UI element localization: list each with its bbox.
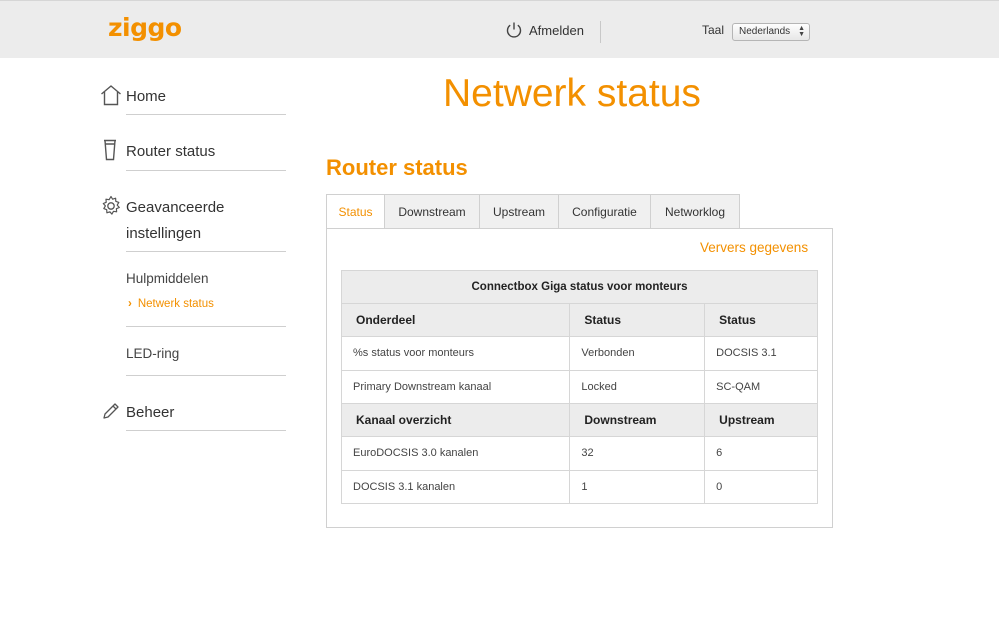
sidebar-item-router-status[interactable]: Router status — [100, 139, 215, 165]
home-icon — [101, 85, 121, 106]
table-row: EuroDOCSIS 3.0 kanalen 32 6 — [340, 436, 818, 471]
sidebar-subitem-led-ring[interactable]: LED-ring — [126, 346, 179, 361]
tab-networklog[interactable]: Networklog — [651, 194, 740, 229]
pencil-icon — [103, 403, 119, 419]
language-label: Taal — [702, 23, 725, 37]
sidebar-label-line1: Geavanceerde — [126, 199, 225, 216]
table-cell: %s status voor monteurs — [340, 336, 571, 371]
table-cell: 1 — [569, 469, 706, 504]
table-header-cell: Downstream — [569, 403, 706, 437]
sidebar-label-line2: instellingen — [126, 225, 202, 242]
tab-upstream[interactable]: Upstream — [480, 194, 559, 229]
tab-downstream[interactable]: Downstream — [385, 194, 480, 229]
page-title: Netwerk status — [443, 72, 701, 115]
logout-label: Afmelden — [529, 22, 584, 38]
gear-icon — [102, 195, 120, 215]
language-select-value: Nederlands — [739, 26, 791, 37]
table-header-cell: Status — [569, 303, 706, 337]
sidebar-divider — [126, 430, 286, 431]
table-header-cell: Onderdeel — [340, 303, 571, 337]
status-table: Connectbox Giga status voor monteurs Ond… — [340, 270, 818, 504]
sidebar-item-label: Router status — [126, 143, 216, 160]
table-row: Primary Downstream kanaal Locked SC-QAM — [340, 369, 818, 404]
language-select[interactable]: Nederlands ▲ ▼ — [732, 23, 810, 41]
tab-status[interactable]: Status — [326, 194, 385, 229]
table-cell: EuroDOCSIS 3.0 kanalen — [340, 436, 571, 471]
tab-configuratie[interactable]: Configuratie — [559, 194, 651, 229]
sidebar-divider — [126, 170, 286, 171]
sidebar-subitem-label: Netwerk status — [137, 298, 214, 310]
table-cell: 6 — [704, 436, 818, 471]
sidebar-item-home[interactable]: Home — [100, 84, 166, 110]
sidebar-divider — [126, 251, 286, 252]
top-header: ziggo Afmelden Taal Nederlands ▲ ▼ — [0, 0, 999, 58]
sidebar-divider — [126, 114, 286, 115]
table-cell: Primary Downstream kanaal — [340, 369, 571, 404]
table-cell: DOCSIS 3.1 kanalen — [340, 469, 571, 504]
table-header-row: Onderdeel Status Status — [340, 303, 818, 337]
section-title: Router status — [326, 155, 468, 180]
table-row: DOCSIS 3.1 kanalen 1 0 — [340, 469, 818, 504]
select-arrows-icon: ▲ ▼ — [798, 25, 805, 38]
table-cell: SC-QAM — [704, 369, 818, 404]
router-icon — [104, 139, 116, 161]
sidebar-item-beheer[interactable]: Beheer — [100, 400, 174, 426]
sidebar-item-label: Home — [126, 88, 167, 105]
table-cell: DOCSIS 3.1 — [704, 336, 818, 371]
table-cell: 0 — [704, 469, 818, 504]
table-cell: 32 — [569, 436, 706, 471]
sidebar-subitem-hulpmiddelen[interactable]: Hulpmiddelen — [126, 271, 209, 286]
sidebar-item-label: Geavanceerde instellingen — [126, 195, 224, 247]
power-icon — [506, 22, 522, 38]
table-cell: Locked — [569, 369, 706, 404]
refresh-data-link[interactable]: Ververs gegevens — [700, 240, 808, 255]
sidebar-subitem-netwerk-status[interactable]: › Netwerk status — [128, 298, 214, 310]
table-header-cell: Upstream — [704, 403, 818, 437]
table-caption-row: Connectbox Giga status voor monteurs — [341, 270, 818, 304]
sidebar-divider — [126, 375, 286, 376]
ziggo-logo[interactable]: ziggo — [108, 13, 182, 42]
status-tabs: Status Downstream Upstream Configuratie … — [326, 194, 740, 229]
table-header-cell: Kanaal overzicht — [340, 403, 571, 437]
table-row: %s status voor monteurs Verbonden DOCSIS… — [340, 336, 818, 371]
chevron-right-icon: › — [128, 298, 132, 310]
table-caption: Connectbox Giga status voor monteurs — [341, 270, 818, 304]
table-header-row: Kanaal overzicht Downstream Upstream — [340, 403, 818, 437]
table-cell: Verbonden — [569, 336, 706, 371]
sidebar-item-advanced-settings[interactable]: Geavanceerde instellingen — [100, 195, 224, 247]
sidebar-item-label: Beheer — [126, 404, 175, 421]
table-header-cell: Status — [704, 303, 818, 337]
header-divider — [600, 21, 601, 43]
logout-button[interactable]: Afmelden — [505, 21, 584, 39]
sidebar-divider — [126, 326, 286, 327]
